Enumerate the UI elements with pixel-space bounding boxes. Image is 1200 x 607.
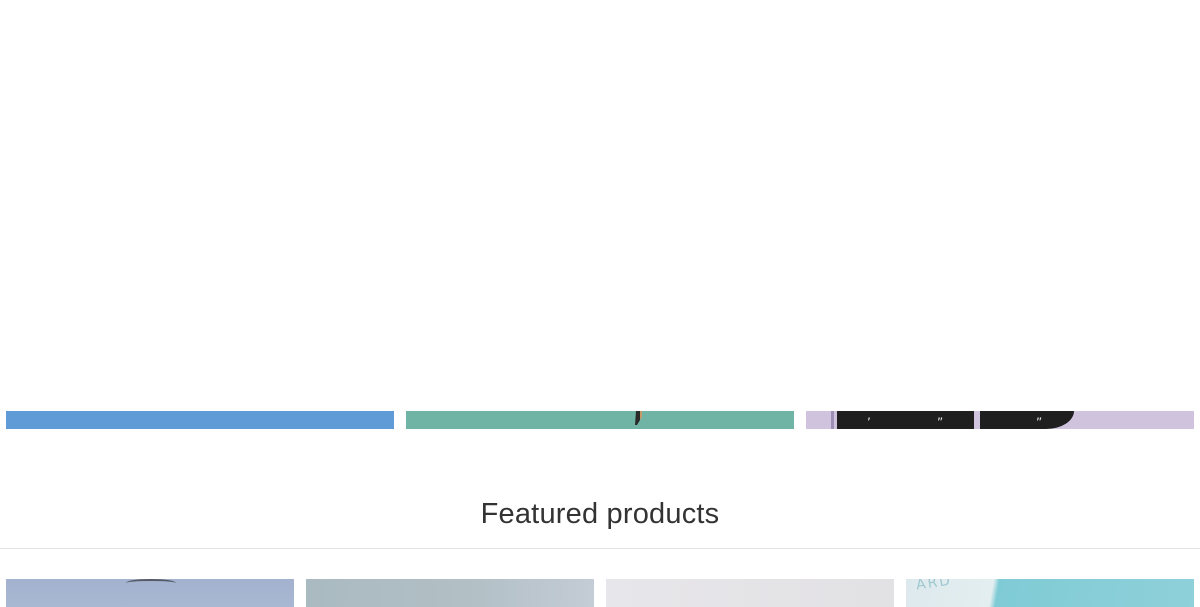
product-image-lettering: ARD (915, 579, 954, 594)
collection-banner-2[interactable] (406, 411, 794, 429)
product-card-3[interactable] (606, 579, 894, 607)
glyph-mark: „ (937, 411, 944, 422)
product-card-1[interactable] (6, 579, 294, 607)
page: ‚ „ „ Featured products ARD (0, 0, 1200, 607)
glyph-mark: ‚ (867, 411, 871, 422)
featured-products-title: Featured products (480, 498, 720, 530)
banner-edge (831, 411, 834, 429)
product-image-detail (126, 579, 176, 587)
collection-banner-1[interactable] (6, 411, 394, 429)
pen-image (635, 411, 642, 425)
collection-banners: ‚ „ „ (0, 411, 1200, 429)
section-divider (0, 548, 1200, 549)
featured-products-grid: ARD (0, 579, 1200, 607)
collection-banner-3[interactable]: ‚ „ „ (806, 411, 1194, 429)
product-card-4[interactable]: ARD (906, 579, 1194, 607)
hero-area (0, 0, 1200, 411)
product-card-2[interactable] (306, 579, 594, 607)
product-image-dark: ‚ „ (837, 411, 974, 429)
product-image-dark: „ (980, 411, 1074, 429)
glyph-mark: „ (1036, 411, 1043, 422)
